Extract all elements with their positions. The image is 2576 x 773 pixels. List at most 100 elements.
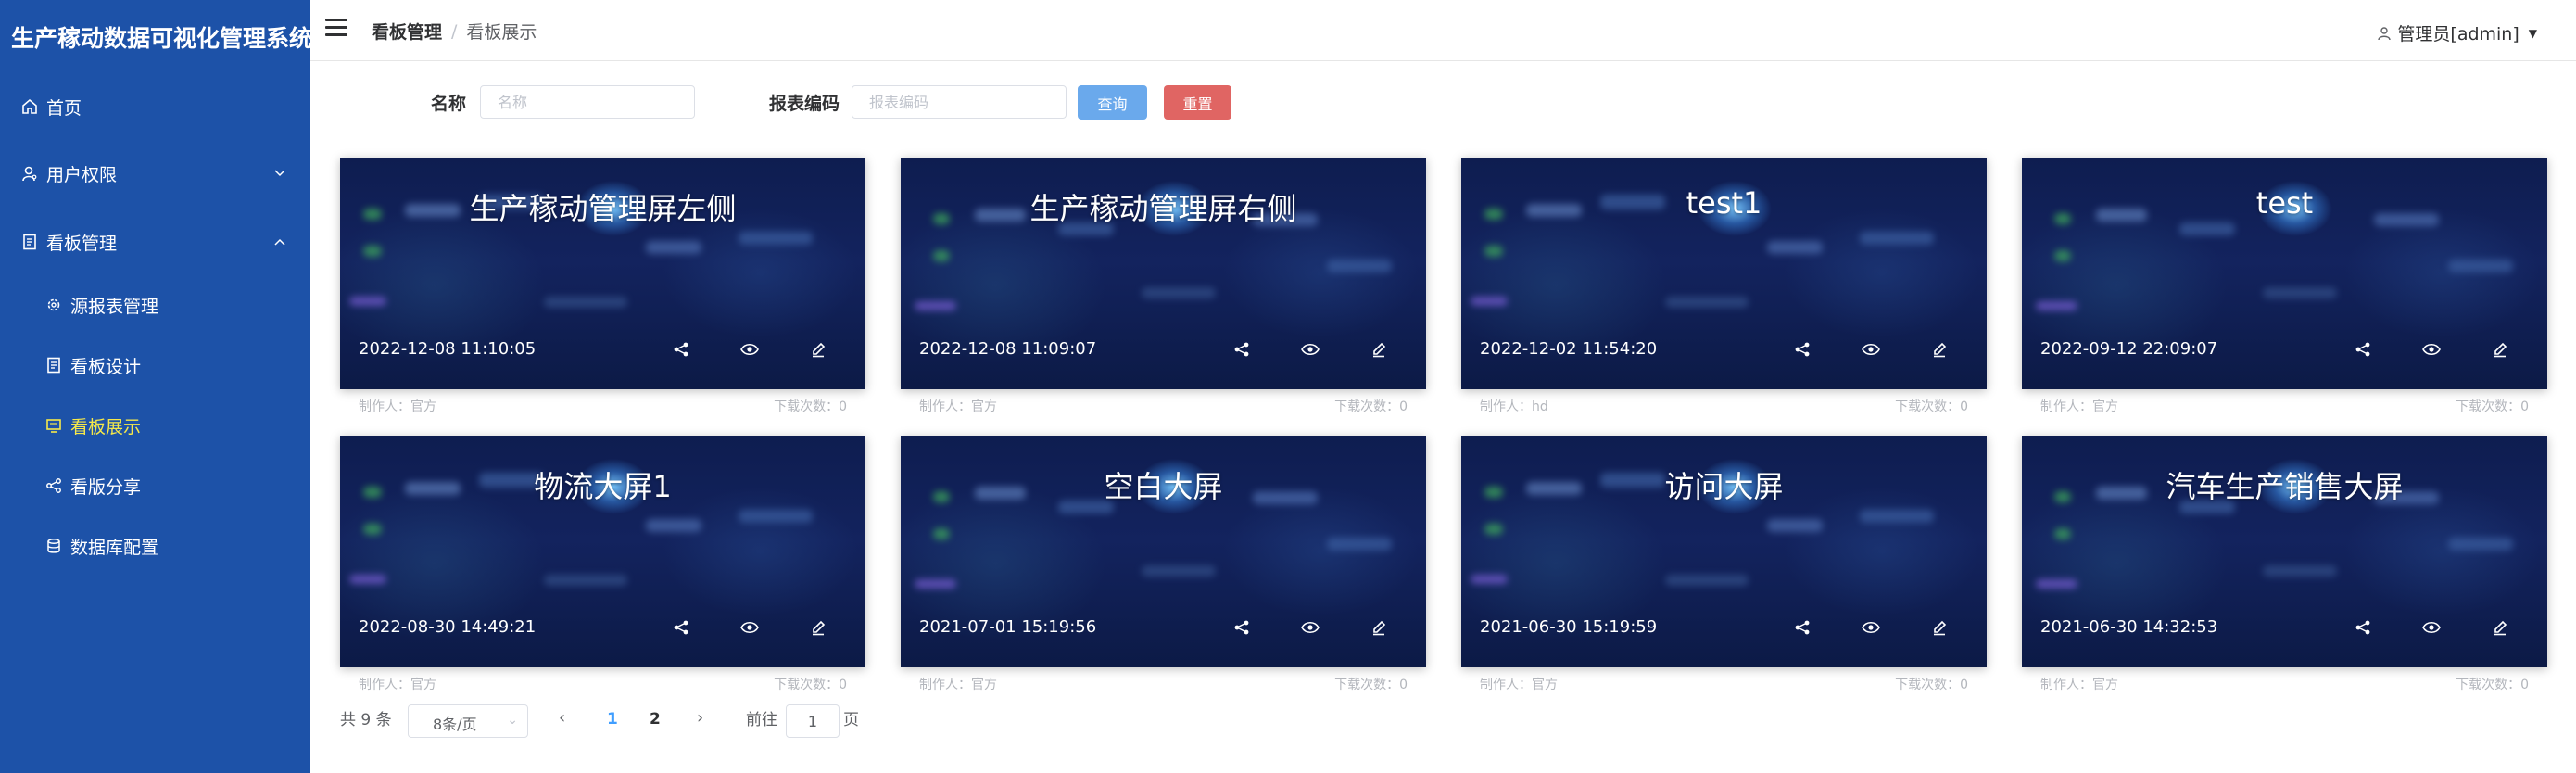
downloads-value: 0 <box>1399 399 1408 414</box>
card-actions <box>671 617 828 638</box>
card-maker: 制作人：官方 <box>919 675 997 693</box>
edit-icon[interactable] <box>2490 339 2510 360</box>
share-icon[interactable] <box>671 617 691 638</box>
eye-icon[interactable] <box>1300 339 1320 360</box>
thumbnail-decoration <box>933 250 950 261</box>
share-icon[interactable] <box>1792 339 1812 360</box>
sidebar-item-source-report[interactable]: 源报表管理 <box>0 279 310 331</box>
share-icon[interactable] <box>1231 617 1252 638</box>
sidebar-item-label: 看板展示 <box>70 416 142 437</box>
maker-label: 制作人： <box>1480 399 1532 414</box>
thumbnail-decoration <box>933 528 950 539</box>
share-icon[interactable] <box>1231 339 1252 360</box>
thumbnail-decoration <box>2036 301 2077 310</box>
edit-icon[interactable] <box>1929 617 1950 638</box>
edit-icon[interactable] <box>1929 339 1950 360</box>
eye-icon[interactable] <box>739 617 760 638</box>
card-downloads: 下载次数：0 <box>1895 397 1968 415</box>
eye-icon[interactable] <box>2421 617 2442 638</box>
thumbnail-decoration <box>1471 575 1508 584</box>
thumbnail-decoration <box>363 246 382 257</box>
sidebar-item-board-display[interactable]: 看板展示 <box>0 399 310 451</box>
page-number-1[interactable]: 1 <box>607 710 618 729</box>
share-icon[interactable] <box>1792 617 1812 638</box>
thumbnail-decoration <box>544 297 627 308</box>
share-icon[interactable] <box>671 339 691 360</box>
downloads-label: 下载次数： <box>774 399 840 414</box>
thumbnail-decoration <box>1860 510 1934 523</box>
breadcrumb: 看板管理 / 看板展示 <box>372 19 537 44</box>
board-card[interactable]: 生产稼动管理屏右侧 2022-12-08 11:09:07 <box>901 158 1426 389</box>
sidebar-item-database-config[interactable]: 数据库配置 <box>0 520 310 572</box>
maker-value: 官方 <box>410 399 436 414</box>
board-card[interactable]: 物流大屏1 2022-08-30 14:49:21 <box>340 436 865 667</box>
thumbnail-decoration <box>2448 538 2513 551</box>
prev-page-icon[interactable]: ‹ <box>559 708 565 728</box>
page-number-2[interactable]: 2 <box>650 710 661 729</box>
share-icon[interactable] <box>2353 617 2373 638</box>
next-page-icon[interactable]: › <box>697 708 703 728</box>
card-timestamp: 2022-09-12 22:09:07 <box>2040 339 2218 359</box>
breadcrumb-item: 看板展示 <box>466 22 537 43</box>
caret-down-icon: ▼ <box>2528 26 2537 40</box>
thumbnail-decoration <box>2179 222 2235 235</box>
maker-label: 制作人： <box>919 678 971 692</box>
card-actions <box>1231 339 1389 360</box>
sidebar-item-board-design[interactable]: 看板设计 <box>0 339 310 391</box>
sidebar-item-board-share[interactable]: 看版分享 <box>0 460 310 512</box>
edit-icon[interactable] <box>1369 617 1389 638</box>
database-icon <box>44 537 63 555</box>
reset-button[interactable]: 重置 <box>1164 85 1231 120</box>
downloads-label: 下载次数： <box>2456 678 2521 692</box>
thumbnail-decoration <box>1665 575 1749 586</box>
report-code-label: 报表编码 <box>769 94 840 114</box>
card-meta: 制作人：官方 下载次数：0 <box>2022 397 2547 415</box>
sidebar-item-label: 源报表管理 <box>70 296 159 317</box>
card-downloads: 下载次数：0 <box>774 397 847 415</box>
eye-icon[interactable] <box>1861 617 1881 638</box>
card-downloads: 下载次数：0 <box>774 675 847 693</box>
sidebar-item-board-management[interactable]: 看板管理 <box>0 214 310 270</box>
page-size-select[interactable]: 8条/页 ⌄ <box>408 704 528 738</box>
board-card[interactable]: test 2022-09-12 22:09:07 <box>2022 158 2547 389</box>
board-card[interactable]: 生产稼动管理屏左侧 2022-12-08 11:10:05 <box>340 158 865 389</box>
downloads-label: 下载次数： <box>1334 399 1400 414</box>
document-icon <box>20 233 39 251</box>
query-button[interactable]: 查询 <box>1078 85 1147 120</box>
sidebar-item-home[interactable]: 首页 <box>0 79 310 134</box>
thumbnail-decoration <box>1471 297 1508 306</box>
card-timestamp: 2021-06-30 14:32:53 <box>2040 617 2218 637</box>
card-timestamp: 2022-12-08 11:09:07 <box>919 339 1097 359</box>
edit-icon[interactable] <box>1369 339 1389 360</box>
board-card[interactable]: test1 2022-12-02 11:54:20 <box>1461 158 1987 389</box>
thumbnail-decoration <box>646 519 701 532</box>
board-card[interactable]: 汽车生产销售大屏 2021-06-30 14:32:53 <box>2022 436 2547 667</box>
thumbnail-decoration <box>1327 538 1392 551</box>
board-card[interactable]: 空白大屏 2021-07-01 15:19:56 <box>901 436 1426 667</box>
user-menu[interactable]: 管理员[admin] ▼ <box>2377 20 2537 45</box>
thumbnail-decoration <box>2263 287 2337 298</box>
chevron-down-icon <box>273 164 286 184</box>
goto-page-input[interactable] <box>786 704 840 738</box>
edit-icon[interactable] <box>808 339 828 360</box>
menu-toggle-icon[interactable] <box>325 19 347 39</box>
edit-icon[interactable] <box>808 617 828 638</box>
report-code-input[interactable] <box>852 85 1067 119</box>
card-meta: 制作人：官方 下载次数：0 <box>901 397 1426 415</box>
eye-icon[interactable] <box>1300 617 1320 638</box>
sidebar-item-user-permissions[interactable]: 用户权限 <box>0 146 310 201</box>
eye-icon[interactable] <box>1861 339 1881 360</box>
eye-icon[interactable] <box>2421 339 2442 360</box>
edit-icon[interactable] <box>2490 617 2510 638</box>
downloads-value: 0 <box>839 399 847 414</box>
card-meta: 制作人：hd 下载次数：0 <box>1461 397 1987 415</box>
thumbnail-decoration <box>1484 524 1503 535</box>
eye-icon[interactable] <box>739 339 760 360</box>
breadcrumb-item[interactable]: 看板管理 <box>372 19 442 44</box>
board-card[interactable]: 访问大屏 2021-06-30 15:19:59 <box>1461 436 1987 667</box>
card-title: test1 <box>1686 185 1762 221</box>
card-actions <box>671 339 828 360</box>
downloads-label: 下载次数： <box>1895 678 1961 692</box>
name-input[interactable] <box>480 85 695 119</box>
share-icon[interactable] <box>2353 339 2373 360</box>
